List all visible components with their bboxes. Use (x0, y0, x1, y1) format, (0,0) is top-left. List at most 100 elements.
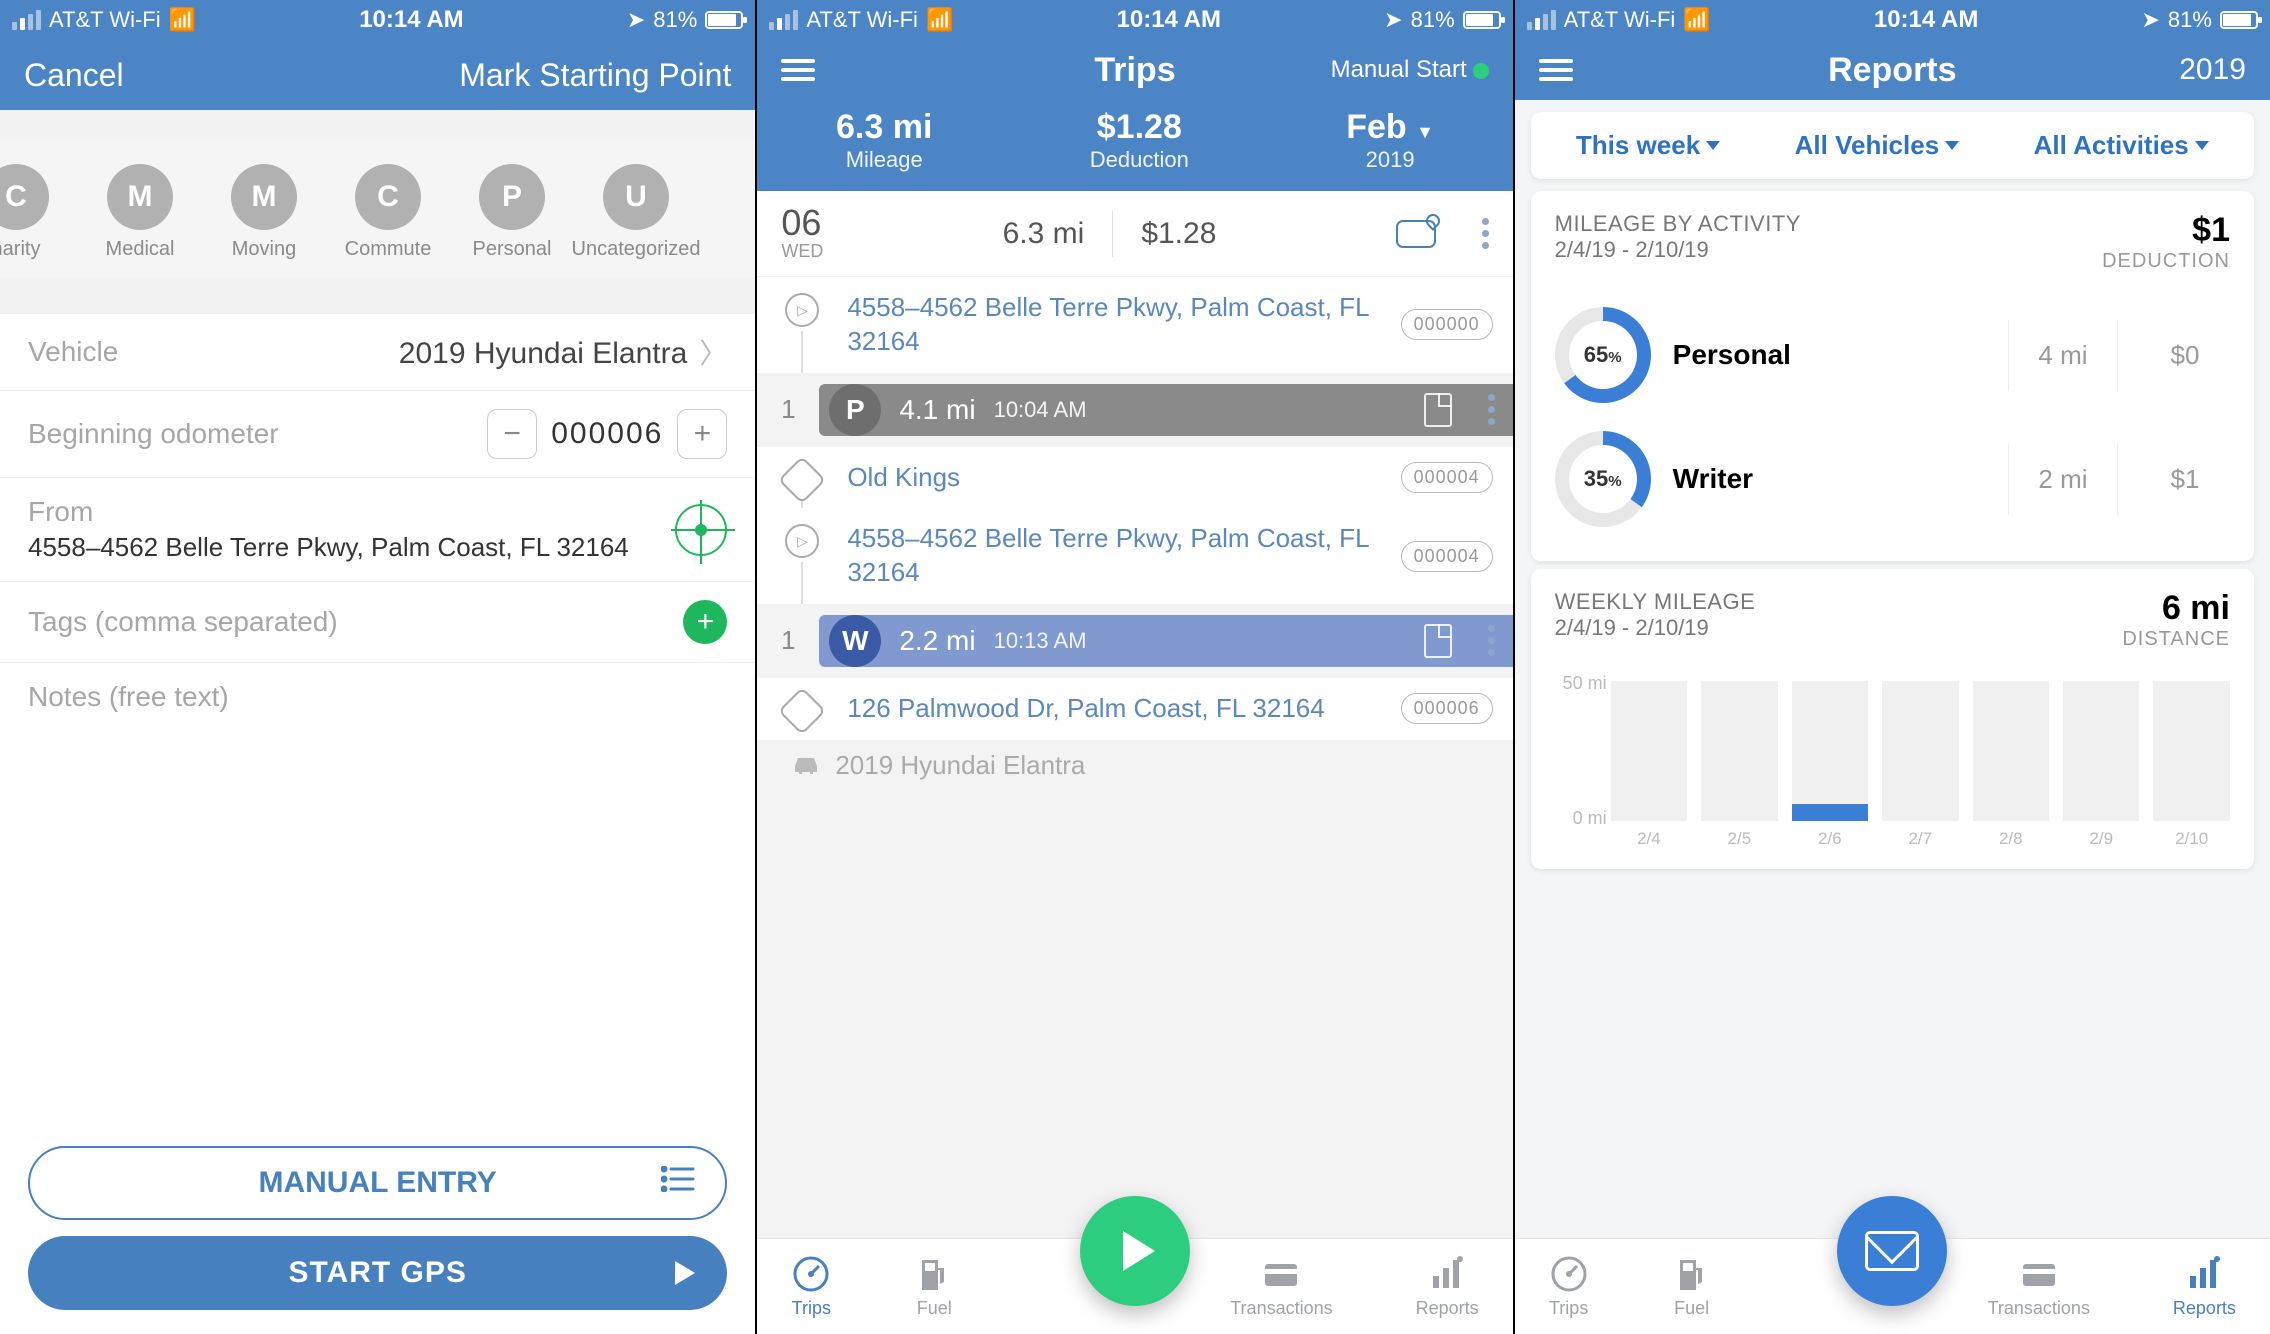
mileage-by-activity-card: MILEAGE BY ACTIVITY2/4/19 - 2/10/19 $1DE… (1531, 191, 2254, 561)
odometer-badge: 000004 (1401, 541, 1493, 572)
tab-fuel[interactable]: Fuel (1672, 1254, 1712, 1319)
from-row[interactable]: From 4558–4562 Belle Terre Pkwy, Palm Co… (0, 478, 755, 582)
trip-address: 4558–4562 Belle Terre Pkwy, Palm Coast, … (847, 291, 1386, 359)
filter-vehicles[interactable]: All Vehicles (1795, 130, 1960, 161)
tab-trips[interactable]: Trips (1549, 1254, 1589, 1319)
category-badge: W (829, 615, 881, 667)
map-icon[interactable] (1396, 220, 1436, 248)
start-pin-icon: ▷ (785, 524, 819, 558)
list-icon (661, 1166, 695, 1200)
tab-reports[interactable]: Reports (1416, 1254, 1479, 1319)
screen-trips: AT&T Wi-Fi 📶 10:14 AM ➤81% Trips Manual … (757, 0, 1512, 1334)
odo-minus-button[interactable]: − (487, 409, 537, 459)
chart-bar (1973, 681, 2049, 821)
chart-bar (1882, 681, 1958, 821)
filter-period[interactable]: This week (1576, 130, 1720, 161)
activity-row[interactable]: 65%Personal4 mi$0 (1555, 293, 2230, 417)
email-report-fab[interactable] (1837, 1196, 1947, 1306)
category-label: Uncategorized (572, 238, 701, 260)
tab-transactions[interactable]: Transactions (1988, 1254, 2090, 1319)
manual-entry-button[interactable]: MANUAL ENTRY (28, 1146, 727, 1220)
weekly-mileage-card: WEEKLY MILEAGE2/4/19 - 2/10/19 6 miDISTA… (1531, 569, 2254, 869)
chart-x-label: 2/8 (1973, 829, 2049, 849)
trip-end: Old Kings000004 (757, 447, 1512, 509)
chart-bar (1611, 681, 1687, 821)
chart-bar (2153, 681, 2229, 821)
start-trip-fab[interactable] (1080, 1196, 1190, 1306)
percent-ring: 35% (1555, 431, 1651, 527)
from-address: 4558–4562 Belle Terre Pkwy, Palm Coast, … (28, 532, 629, 563)
play-icon (675, 1261, 695, 1285)
play-icon (1123, 1231, 1155, 1271)
category-letter: M (107, 164, 173, 230)
trip-time: 10:04 AM (994, 397, 1087, 423)
locate-icon[interactable] (675, 504, 727, 556)
year-picker[interactable]: 2019 (2179, 53, 2246, 87)
category-chip[interactable]: UUncategorized (590, 164, 682, 260)
more-icon[interactable] (1488, 394, 1495, 425)
month-picker[interactable]: Feb ▼2019 (1346, 108, 1434, 173)
trip-segment[interactable]: 1P4.1 mi10:04 AM (757, 373, 1512, 447)
odometer-badge: 000004 (1401, 462, 1493, 493)
trip-miles: 4.1 mi (899, 394, 975, 426)
category-chip[interactable]: M Moving (218, 164, 310, 260)
odometer-badge: 000006 (1401, 693, 1493, 724)
mail-icon (1865, 1231, 1919, 1271)
vehicle-row[interactable]: Vehicle 2019 Hyundai Elantra〉 (0, 314, 755, 391)
status-dot-icon (1473, 63, 1489, 79)
activity-row[interactable]: 35%Writer2 mi$1 (1555, 417, 2230, 541)
page-title: Reports (1828, 51, 1956, 90)
odo-value: 000006 (551, 417, 663, 451)
percent-ring: 65% (1555, 307, 1651, 403)
tab-reports[interactable]: Reports (2173, 1254, 2236, 1319)
odo-plus-button[interactable]: + (677, 409, 727, 459)
page-title: Trips (1094, 51, 1175, 90)
start-gps-button[interactable]: START GPS (28, 1236, 727, 1310)
category-letter: C (0, 164, 49, 230)
menu-icon[interactable] (781, 59, 815, 81)
notes-row[interactable]: Notes (free text) (0, 663, 755, 731)
trip-segment[interactable]: 1W2.2 mi10:13 AM (757, 604, 1512, 678)
vehicle-label: Vehicle (28, 336, 118, 368)
category-chip[interactable]: PPersonal (466, 164, 558, 260)
more-icon[interactable] (1488, 625, 1495, 656)
tab-transactions[interactable]: Transactions (1230, 1254, 1332, 1319)
manual-start-button[interactable]: Manual Start (1331, 56, 1489, 84)
chart-x-label: 2/5 (1701, 829, 1777, 849)
odometer-label: Beginning odometer (28, 418, 279, 450)
tab-trips[interactable]: Trips (791, 1254, 831, 1319)
tab-fuel[interactable]: Fuel (914, 1254, 954, 1319)
category-chip[interactable]: Charity (0, 164, 62, 260)
menu-icon[interactable] (1539, 59, 1573, 81)
category-badge: P (829, 384, 881, 436)
file-icon (1424, 393, 1452, 427)
activity-name: Personal (1673, 339, 1986, 371)
day-header: 06WED 6.3 mi $1.28 (757, 191, 1512, 277)
notes-label: Notes (free text) (28, 681, 229, 713)
chart-x-label: 2/7 (1882, 829, 1958, 849)
category-chip[interactable]: MMedical (94, 164, 186, 260)
cancel-button[interactable]: Cancel (24, 57, 124, 94)
trip-address: 4558–4562 Belle Terre Pkwy, Palm Coast, … (847, 522, 1386, 590)
trip-time: 10:13 AM (994, 628, 1087, 654)
trip-start: ▷4558–4562 Belle Terre Pkwy, Palm Coast,… (757, 277, 1512, 373)
screen-reports: AT&T Wi-Fi 📶 10:14 AM ➤81% Reports 2019 … (1515, 0, 2270, 1334)
stats-row: 6.3 miMileage $1.28Deduction Feb ▼2019 (757, 100, 1512, 191)
status-bar: AT&T Wi-Fi 📶 10:14 AM ➤81% (0, 0, 755, 40)
tags-row[interactable]: Tags (comma separated) + (0, 582, 755, 663)
category-chip[interactable]: CCommute (342, 164, 434, 260)
caret-down-icon (1706, 141, 1720, 150)
filter-activities[interactable]: All Activities (2034, 130, 2209, 161)
add-tag-icon[interactable]: + (683, 600, 727, 644)
category-scroller[interactable]: CharityMMedicalMMovingCCommutePPersonalU… (0, 140, 755, 278)
chart-bar (1792, 681, 1868, 821)
page-title: Mark Starting Point (459, 57, 731, 94)
screen-start-point: AT&T Wi-Fi 📶 10:14 AM ➤81% Cancel Mark S… (0, 0, 755, 1334)
trip-miles: 2.2 mi (899, 625, 975, 657)
filter-bar: This week All Vehicles All Activities (1531, 112, 2254, 179)
weekly-chart: 50 mi 0 mi 2/42/52/62/72/82/92/10 (1555, 671, 2230, 849)
more-icon[interactable] (1482, 218, 1489, 249)
category-letter: M (231, 164, 297, 230)
carrier: AT&T Wi-Fi (49, 7, 161, 33)
category-label: Moving (232, 238, 296, 260)
